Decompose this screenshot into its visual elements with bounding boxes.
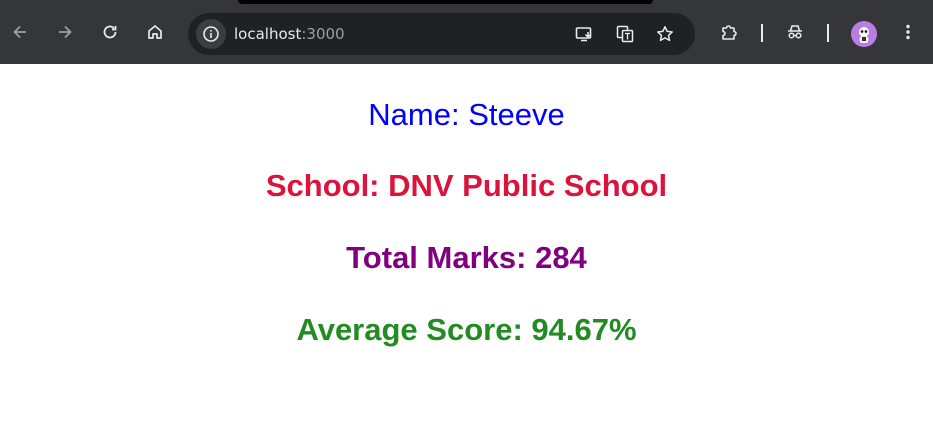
translate-icon — [616, 25, 634, 43]
page-content: Name: Steeve School: DNV Public School T… — [0, 64, 933, 434]
incognito-icon — [788, 25, 802, 39]
extensions-button[interactable] — [715, 18, 743, 46]
avatar-icon — [859, 27, 869, 43]
bookmark-button[interactable] — [654, 23, 676, 45]
translate-button[interactable] — [614, 23, 636, 45]
school-name: School: DNV Public School — [265, 168, 668, 203]
browser-menu-button[interactable] — [894, 18, 922, 46]
url-text[interactable]: localhost:3000 — [234, 24, 345, 44]
arrow-left-icon — [13, 25, 26, 39]
install-app-button[interactable] — [573, 23, 595, 45]
site-info-button[interactable] — [196, 19, 226, 49]
profile-avatar[interactable] — [851, 21, 877, 47]
kebab-menu-icon — [906, 24, 910, 40]
star-icon — [657, 26, 673, 42]
forward-button[interactable] — [51, 18, 79, 46]
tab-strip-edge — [238, 0, 653, 4]
arrow-right-icon — [59, 25, 72, 39]
install-app-icon — [575, 27, 592, 42]
reload-button[interactable] — [96, 18, 124, 46]
home-icon — [148, 25, 162, 39]
browser-toolbar: localhost:3000 — [0, 0, 933, 64]
incognito-button[interactable] — [781, 18, 809, 46]
toolbar-divider — [761, 24, 763, 42]
url-host: localhost — [234, 25, 302, 43]
puzzle-icon — [722, 25, 737, 40]
info-icon — [203, 26, 219, 42]
toolbar-divider — [827, 24, 829, 42]
back-button[interactable] — [6, 18, 34, 46]
student-name: Name: Steeve — [368, 97, 565, 132]
total-marks: Total Marks: 284 — [346, 240, 587, 275]
average-score: Average Score: 94.67% — [296, 312, 637, 347]
home-button[interactable] — [141, 18, 169, 46]
reload-icon — [103, 25, 117, 39]
url-port: :3000 — [301, 25, 345, 43]
address-bar[interactable]: localhost:3000 — [188, 13, 695, 55]
